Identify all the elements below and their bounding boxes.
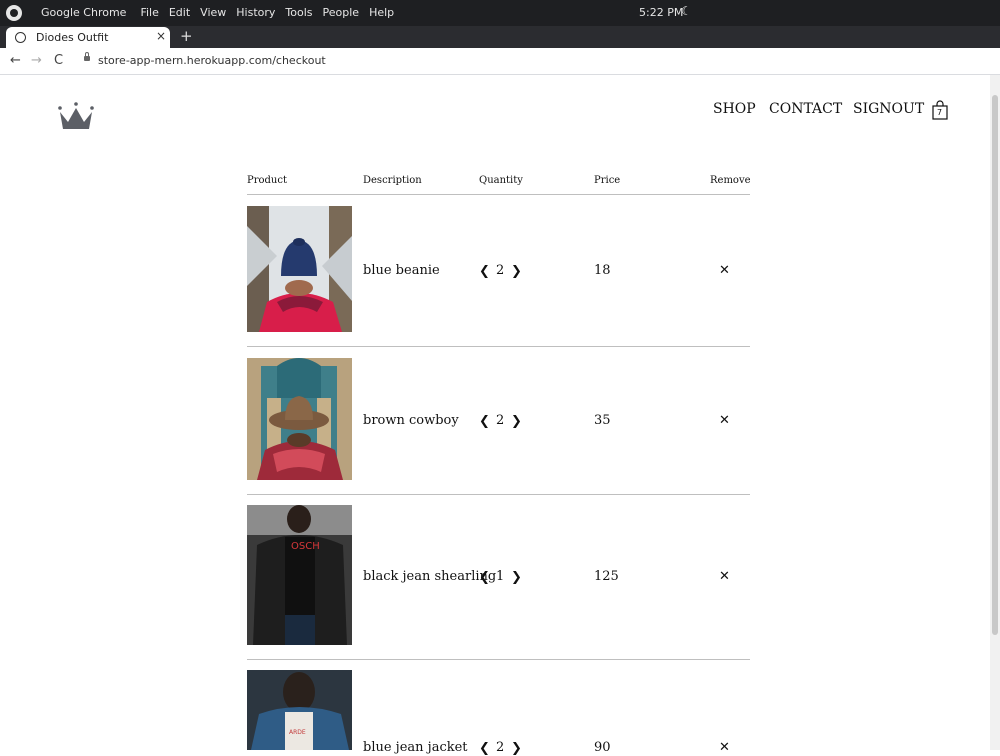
- item-quantity: 2: [496, 263, 505, 278]
- increase-quantity-button[interactable]: ❯: [511, 414, 522, 429]
- menu-edit[interactable]: Edit: [169, 6, 190, 19]
- nav-signout-link[interactable]: SIGNOUT: [853, 101, 924, 117]
- svg-text:ARDE: ARDE: [289, 729, 306, 736]
- item-description: brown cowboy: [363, 413, 459, 428]
- item-price: 125: [594, 569, 619, 584]
- item-description: black jean shearling: [363, 569, 497, 584]
- increase-quantity-button[interactable]: ❯: [511, 741, 522, 756]
- item-description: blue jean jacket: [363, 740, 468, 755]
- reload-button[interactable]: C: [54, 53, 63, 68]
- header-quantity: Quantity: [479, 175, 523, 186]
- item-quantity: 1: [496, 569, 505, 584]
- item-quantity: 2: [496, 740, 505, 755]
- remove-item-button[interactable]: ✕: [719, 740, 730, 755]
- product-image-blue-jean-jacket[interactable]: ARDE: [247, 670, 352, 750]
- remove-item-button[interactable]: ✕: [719, 263, 730, 278]
- row-divider: [247, 346, 750, 347]
- item-quantity: 2: [496, 413, 505, 428]
- lock-icon[interactable]: [84, 52, 90, 61]
- tab-strip: Diodes Outfit × +: [0, 26, 1000, 48]
- clock[interactable]: 5:22 PM: [639, 6, 683, 19]
- back-button[interactable]: ←: [10, 53, 21, 68]
- menu-history[interactable]: History: [236, 6, 275, 19]
- increase-quantity-button[interactable]: ❯: [511, 570, 522, 585]
- header-price: Price: [594, 175, 621, 186]
- increase-quantity-button[interactable]: ❯: [511, 264, 522, 279]
- header-description: Description: [363, 175, 422, 186]
- header-divider: [247, 194, 750, 195]
- page-scrollbar[interactable]: [990, 75, 1000, 750]
- url-field[interactable]: store-app-mern.herokuapp.com/checkout: [98, 54, 326, 67]
- nav-shop-link[interactable]: SHOP: [713, 101, 756, 117]
- decrease-quantity-button[interactable]: ❮: [479, 414, 490, 429]
- night-mode-icon[interactable]: ☾: [681, 4, 692, 18]
- remove-item-button[interactable]: ✕: [719, 569, 730, 584]
- menu-file[interactable]: File: [140, 6, 158, 19]
- remove-item-button[interactable]: ✕: [719, 413, 730, 428]
- os-menu-bar: Google Chrome File Edit View History Too…: [0, 0, 1000, 26]
- header-remove: Remove: [710, 175, 751, 186]
- menu-view[interactable]: View: [200, 6, 226, 19]
- svg-text:OSCH: OSCH: [291, 541, 320, 552]
- product-image-black-jean-shearling[interactable]: OSCH: [247, 505, 352, 645]
- scrollbar-thumb[interactable]: [992, 95, 998, 635]
- header-product: Product: [247, 175, 287, 186]
- decrease-quantity-button[interactable]: ❮: [479, 741, 490, 756]
- row-divider: [247, 494, 750, 495]
- crown-logo-icon[interactable]: [58, 102, 94, 130]
- app-menu: Google Chrome File Edit View History Too…: [41, 6, 394, 19]
- decrease-quantity-button[interactable]: ❮: [479, 570, 490, 585]
- decrease-quantity-button[interactable]: ❮: [479, 264, 490, 279]
- item-price: 18: [594, 263, 611, 278]
- globe-icon: [15, 32, 26, 43]
- browser-tab[interactable]: Diodes Outfit ×: [6, 27, 170, 48]
- address-bar: ← → C store-app-mern.herokuapp.com/check…: [0, 48, 1000, 75]
- os-logo-icon[interactable]: [6, 5, 22, 21]
- forward-button[interactable]: →: [31, 53, 42, 68]
- tab-close-icon[interactable]: ×: [156, 29, 166, 43]
- row-divider: [247, 659, 750, 660]
- menu-app-name[interactable]: Google Chrome: [41, 6, 126, 19]
- item-description: blue beanie: [363, 263, 440, 278]
- tab-title: Diodes Outfit: [36, 31, 109, 44]
- menu-help[interactable]: Help: [369, 6, 394, 19]
- menu-tools[interactable]: Tools: [285, 6, 312, 19]
- new-tab-button[interactable]: +: [180, 27, 193, 45]
- product-image-blue-beanie[interactable]: [247, 206, 352, 332]
- product-image-brown-cowboy[interactable]: [247, 358, 352, 480]
- cart-count: 7: [937, 108, 943, 117]
- item-price: 35: [594, 413, 611, 428]
- item-price: 90: [594, 740, 611, 755]
- menu-people[interactable]: People: [323, 6, 360, 19]
- nav-contact-link[interactable]: CONTACT: [769, 101, 842, 117]
